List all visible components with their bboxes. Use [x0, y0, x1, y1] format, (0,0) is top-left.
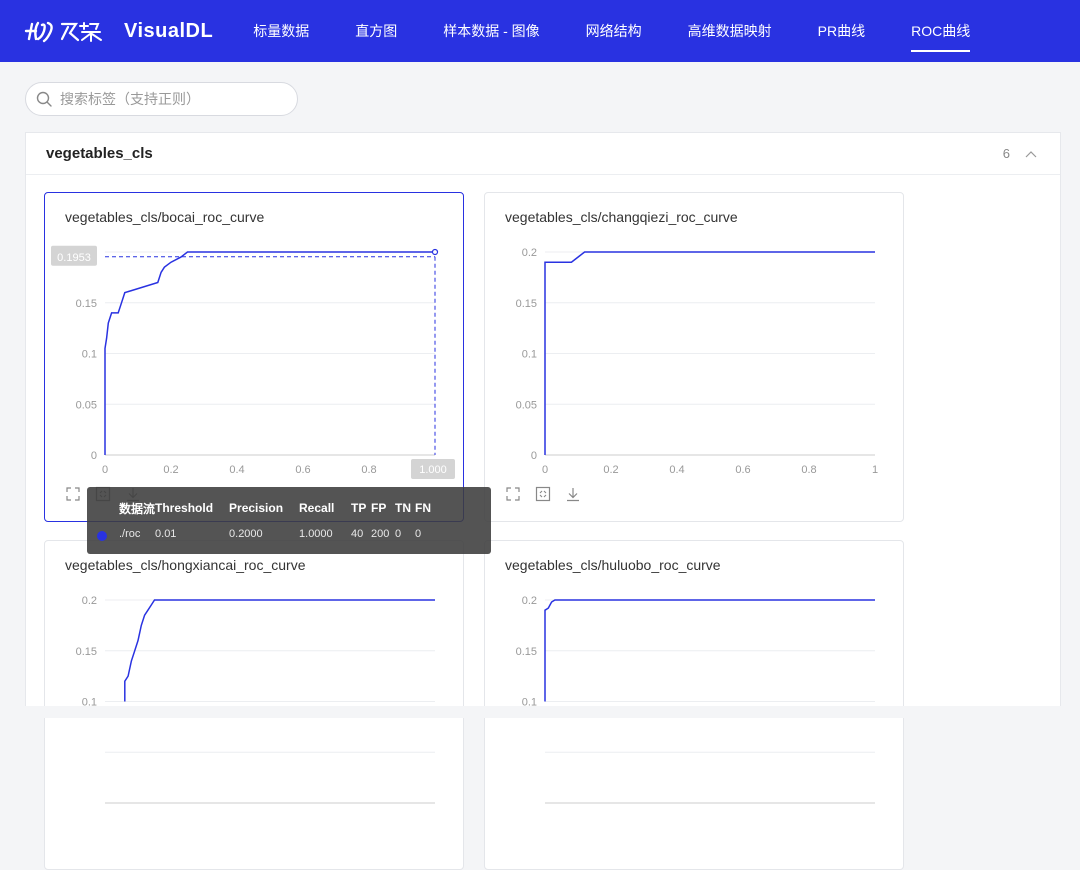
chart-title: vegetables_cls/bocai_roc_curve [65, 209, 265, 225]
x-tick-label: 0 [542, 464, 548, 476]
search-input[interactable] [60, 91, 280, 107]
y-tick-label: 0 [91, 450, 97, 462]
chart-card[interactable]: vegetables_cls/changqiezi_roc_curve 0 0.05… [484, 192, 904, 522]
y-tick-label: 0.15 [76, 298, 97, 310]
chart-card[interactable]: vegetables_cls/hongxiancai_roc_curve 0.1 0… [44, 540, 464, 870]
chart-title: vegetables_cls/changqiezi_roc_curve [505, 209, 738, 225]
chart-toolbar [505, 486, 595, 502]
x-tick-label: 0.4 [669, 464, 684, 476]
y-tick-label: 0.05 [76, 399, 97, 411]
x-tick-label: 0.2 [163, 464, 178, 476]
y-tick-label: 0.1 [522, 349, 537, 361]
group-count: 6 [1002, 146, 1010, 161]
tooltip-value-cell: 0 [395, 528, 402, 540]
roc-chart[interactable]: 0 0.05 0.1 0.15 0.1953 0 0.2 0.4 0.6 0.8 1.000 [45, 233, 465, 483]
nav-item-1[interactable]: 直方图 [355, 0, 397, 62]
tooltip-header-cell: Threshold [155, 501, 214, 515]
chart-title: vegetables_cls/hongxiancai_roc_curve [65, 557, 306, 573]
crosshair-y-label: 0.1953 [57, 252, 91, 264]
brand-logo[interactable]: VisualDL [24, 19, 213, 43]
download-icon[interactable] [565, 486, 581, 502]
chart-card[interactable]: vegetables_cls/huluobo_roc_curve 0.1 0.15 0… [484, 540, 904, 870]
nav-item-2[interactable]: 样本数据 - 图像 [443, 0, 539, 62]
x-tick-label: 0.6 [735, 464, 750, 476]
paddle-logo-icon [24, 21, 102, 43]
top-nav: VisualDL 标量数据 直方图 样本数据 - 图像 网络结构 高维数据映射 PR曲线 R… [0, 0, 1080, 62]
nav-item-4[interactable]: 高维数据映射 [688, 0, 772, 62]
nav-item-3[interactable]: 网络结构 [586, 0, 642, 62]
y-tick-label: 0.15 [516, 298, 537, 310]
x-tick-label: 1 [872, 464, 878, 476]
x-tick-label: 0.6 [295, 464, 310, 476]
y-tick-label: 0.1 [82, 349, 97, 361]
y-tick-label: 0.05 [516, 399, 537, 411]
x-tick-label: 0.2 [603, 464, 618, 476]
chart-title: vegetables_cls/huluobo_roc_curve [505, 557, 721, 573]
tooltip-value-cell: 1.0000 [299, 528, 333, 540]
tooltip-header-cell: TN [395, 501, 412, 515]
y-tick-label: 0.15 [516, 646, 537, 658]
x-tick-label: 0.8 [801, 464, 816, 476]
group-title: vegetables_cls [46, 145, 153, 162]
nav-item-5[interactable]: PR曲线 [818, 0, 865, 62]
search-icon [36, 91, 52, 107]
tooltip-value-cell: 0 [415, 528, 422, 540]
brand-name: VisualDL [124, 19, 214, 42]
y-tick-label: 0.2 [522, 595, 537, 607]
nav-item-6[interactable]: ROC曲线 [911, 0, 971, 62]
tooltip-header-cell: Recall [299, 501, 335, 515]
tooltip-header-row: 数据流 Threshold Precision Recall TP FP TN FN [87, 493, 433, 523]
tooltip-data-row: ./roc 0.01 0.2000 1.0000 40 200 0 0 [87, 523, 433, 545]
bottom-edge [0, 706, 1080, 718]
chart-tooltip: 数据流 Threshold Precision Recall TP FP TN FN ./ro… [87, 487, 491, 554]
tooltip-value-cell: 0.2000 [229, 528, 263, 540]
group-header[interactable]: vegetables_cls 6 [26, 133, 1060, 175]
hover-point [431, 248, 439, 256]
x-tick-label: 0 [102, 464, 108, 476]
y-tick-label: 0.2 [82, 595, 97, 607]
tooltip-value-cell: 200 [371, 528, 390, 540]
expand-icon[interactable] [65, 486, 81, 502]
tooltip-header-cell: TP [351, 501, 367, 515]
tooltip-header-cell: Precision [229, 501, 284, 515]
tooltip-header-cell: FN [415, 501, 432, 515]
expand-icon[interactable] [505, 486, 521, 502]
nav-menu: 标量数据 直方图 样本数据 - 图像 网络结构 高维数据映射 PR曲线 ROC曲线 [253, 0, 1016, 62]
fit-screen-icon[interactable] [535, 486, 551, 502]
crosshair-x-label: 1.000 [419, 464, 447, 476]
nav-item-0[interactable]: 标量数据 [253, 0, 309, 62]
y-tick-label: 0.15 [76, 646, 97, 658]
tooltip-value-cell: 40 [351, 528, 364, 540]
tooltip-value-cell: 0.01 [155, 528, 177, 540]
y-tick-label: 0.2 [522, 247, 537, 259]
x-tick-label: 0.8 [361, 464, 376, 476]
x-tick-label: 0.4 [229, 464, 244, 476]
y-tick-label: 0 [531, 450, 537, 462]
tooltip-run-cell: ./roc [119, 528, 141, 540]
roc-chart[interactable]: 0 0.05 0.1 0.15 0.2 0 0.2 0.4 0.6 0.8 1 [485, 233, 905, 483]
tooltip-header-cell: FP [371, 501, 387, 515]
tooltip-table: 数据流 Threshold Precision Recall TP FP TN FN ./ro… [87, 493, 433, 545]
chart-card[interactable]: vegetables_cls/bocai_roc_curve 0 0.05 0.1 0.… [44, 192, 464, 522]
chevron-up-icon[interactable] [1022, 145, 1040, 163]
search-box[interactable] [25, 82, 298, 116]
tooltip-header-cell: 数据流 [119, 501, 156, 516]
